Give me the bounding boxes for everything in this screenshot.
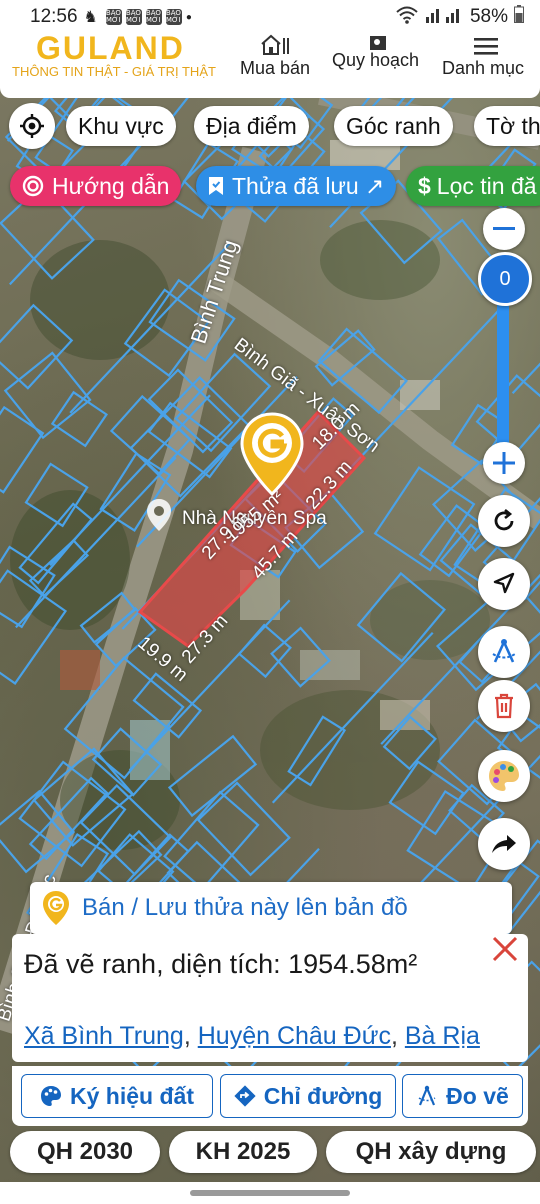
chip-goc-ranh[interactable]: Góc ranh xyxy=(334,106,453,146)
clock: 12:56 xyxy=(30,6,78,27)
district-link[interactable]: Huyện Châu Đức xyxy=(198,1022,391,1050)
status-bar: 12:56 ♞ BÁO MỚI BÁO MỚI BÁO MỚI BÁO MỚI … xyxy=(0,0,540,34)
chip-to-thua[interactable]: Tờ th xyxy=(474,106,540,146)
chip-kh-2025[interactable]: KH 2025 xyxy=(169,1131,317,1173)
home-indicator[interactable] xyxy=(190,1190,350,1196)
bookmark-icon xyxy=(209,177,223,195)
navigation-arrow-icon xyxy=(493,572,515,594)
share-arrow-icon xyxy=(492,835,516,853)
sell-banner-label: Bán / Lưu thửa này lên bản đồ xyxy=(82,894,408,921)
delete-button[interactable] xyxy=(478,680,530,732)
guide-label: Hướng dẫn xyxy=(52,172,170,199)
filter-button[interactable]: $ Lọc tin đă xyxy=(406,166,540,206)
parcel-outline xyxy=(167,734,258,818)
sell-save-plot-banner[interactable]: Bán / Lưu thửa này lên bản đồ xyxy=(30,882,512,934)
commune-link[interactable]: Xã Bình Trung xyxy=(24,1022,184,1050)
plot-info-panel: Đã vẽ ranh, diện tích: 1954.58m² Xã Bình… xyxy=(12,934,528,1062)
province-link[interactable]: Bà Rịa xyxy=(405,1022,480,1050)
land-symbol-button[interactable]: Ký hiệu đất xyxy=(21,1074,213,1118)
parcel-outline xyxy=(418,504,487,578)
nav-label: Mua bán xyxy=(240,58,311,78)
notification-icon: ♞ xyxy=(83,9,98,26)
news-icons: BÁO MỚI BÁO MỚI BÁO MỚI BÁO MỚI ● xyxy=(105,9,192,25)
saved-plots-button[interactable]: Thửa đã lưu ↗ xyxy=(196,166,397,206)
plot-address: Xã Bình Trung, Huyện Châu Đức, Bà Rịa xyxy=(24,1022,480,1050)
palette-icon xyxy=(41,1086,62,1106)
plus-icon xyxy=(493,452,515,474)
close-icon[interactable] xyxy=(490,934,524,968)
measure-tool-button[interactable] xyxy=(478,626,530,678)
parcel-boundary xyxy=(49,394,211,567)
chip-qh-xay-dung[interactable]: QH xây dựng xyxy=(326,1131,536,1173)
refresh-button[interactable] xyxy=(478,495,530,547)
plot-area-title: Đã vẽ ranh, diện tích: 1954.58m² xyxy=(24,949,418,979)
parcel-outline xyxy=(237,623,292,679)
zoom-out-button[interactable] xyxy=(483,208,525,250)
compass-measure-icon xyxy=(418,1085,436,1106)
parcel-boundary xyxy=(511,362,540,394)
guland-logo[interactable]: GULAND xyxy=(36,30,185,67)
app-header: GULAND THÔNG TIN THẬT - GIÁ TRỊ THẬT Mua… xyxy=(0,30,540,98)
chip-qh-2030[interactable]: QH 2030 xyxy=(10,1131,160,1173)
baomoi-icon: BÁO MỚI xyxy=(145,9,162,25)
signal-icon xyxy=(424,5,464,29)
trash-icon xyxy=(495,693,513,719)
nav-quy-hoach[interactable]: Quy hoạch xyxy=(332,36,419,72)
directions-label: Chỉ đường xyxy=(263,1082,383,1109)
land-symbol-label: Ký hiệu đất xyxy=(70,1082,194,1109)
share-button[interactable] xyxy=(478,818,530,870)
dollar-icon: $ xyxy=(418,172,431,199)
saved-plots-label: Thửa đã lưu ↗ xyxy=(232,172,385,199)
zoom-slider[interactable] xyxy=(497,300,509,450)
minus-icon xyxy=(493,227,515,230)
chip-dia-diem[interactable]: Địa điểm xyxy=(194,106,309,146)
directions-icon xyxy=(234,1085,256,1107)
measure-button[interactable]: Đo vẽ xyxy=(402,1074,523,1118)
parcel-outline xyxy=(50,390,109,448)
palette-icon xyxy=(489,761,519,791)
compass-measure-icon xyxy=(492,639,516,663)
target-icon xyxy=(22,175,44,197)
guide-button[interactable]: Hướng dẫn xyxy=(10,166,182,206)
crosshair-icon xyxy=(20,114,44,138)
navigate-button[interactable] xyxy=(478,558,530,610)
zoom-level-handle[interactable]: 0 xyxy=(478,252,532,306)
color-palette-button[interactable] xyxy=(478,750,530,802)
house-icon xyxy=(240,30,310,56)
measure-label: Đo vẽ xyxy=(446,1082,509,1109)
nav-label: Danh mục xyxy=(442,58,525,78)
nav-mua-ban[interactable]: Mua bán xyxy=(240,30,310,80)
parcel-outline xyxy=(373,466,476,572)
map-search-icon xyxy=(370,32,386,56)
chip-khu-vuc[interactable]: Khu vực xyxy=(66,106,176,146)
filter-label: Lọc tin đă xyxy=(436,172,537,199)
guland-pin-icon xyxy=(43,891,69,925)
action-row: Ký hiệu đất Chỉ đường Đo vẽ xyxy=(12,1066,528,1126)
system-nav-bar xyxy=(0,1182,540,1204)
parcel-outline xyxy=(196,781,291,877)
baomoi-icon: BÁO MỚI xyxy=(105,9,122,25)
directions-button[interactable]: Chỉ đường xyxy=(220,1074,396,1118)
wifi-icon xyxy=(396,6,418,29)
locate-me-button[interactable] xyxy=(9,103,55,149)
parcel-outline xyxy=(0,405,45,494)
battery-icon xyxy=(514,5,524,29)
nav-danh-muc[interactable]: Danh mục xyxy=(442,30,524,80)
menu-icon xyxy=(442,30,524,56)
refresh-icon xyxy=(494,508,514,531)
baomoi-icon: BÁO MỚI xyxy=(165,9,182,25)
baomoi-icon: BÁO MỚI xyxy=(125,9,142,25)
dot-icon: ● xyxy=(185,11,192,23)
zoom-in-button[interactable] xyxy=(483,442,525,484)
tagline: THÔNG TIN THẬT - GIÁ TRỊ THẬT xyxy=(12,64,216,79)
battery-level: 58% xyxy=(469,6,508,27)
